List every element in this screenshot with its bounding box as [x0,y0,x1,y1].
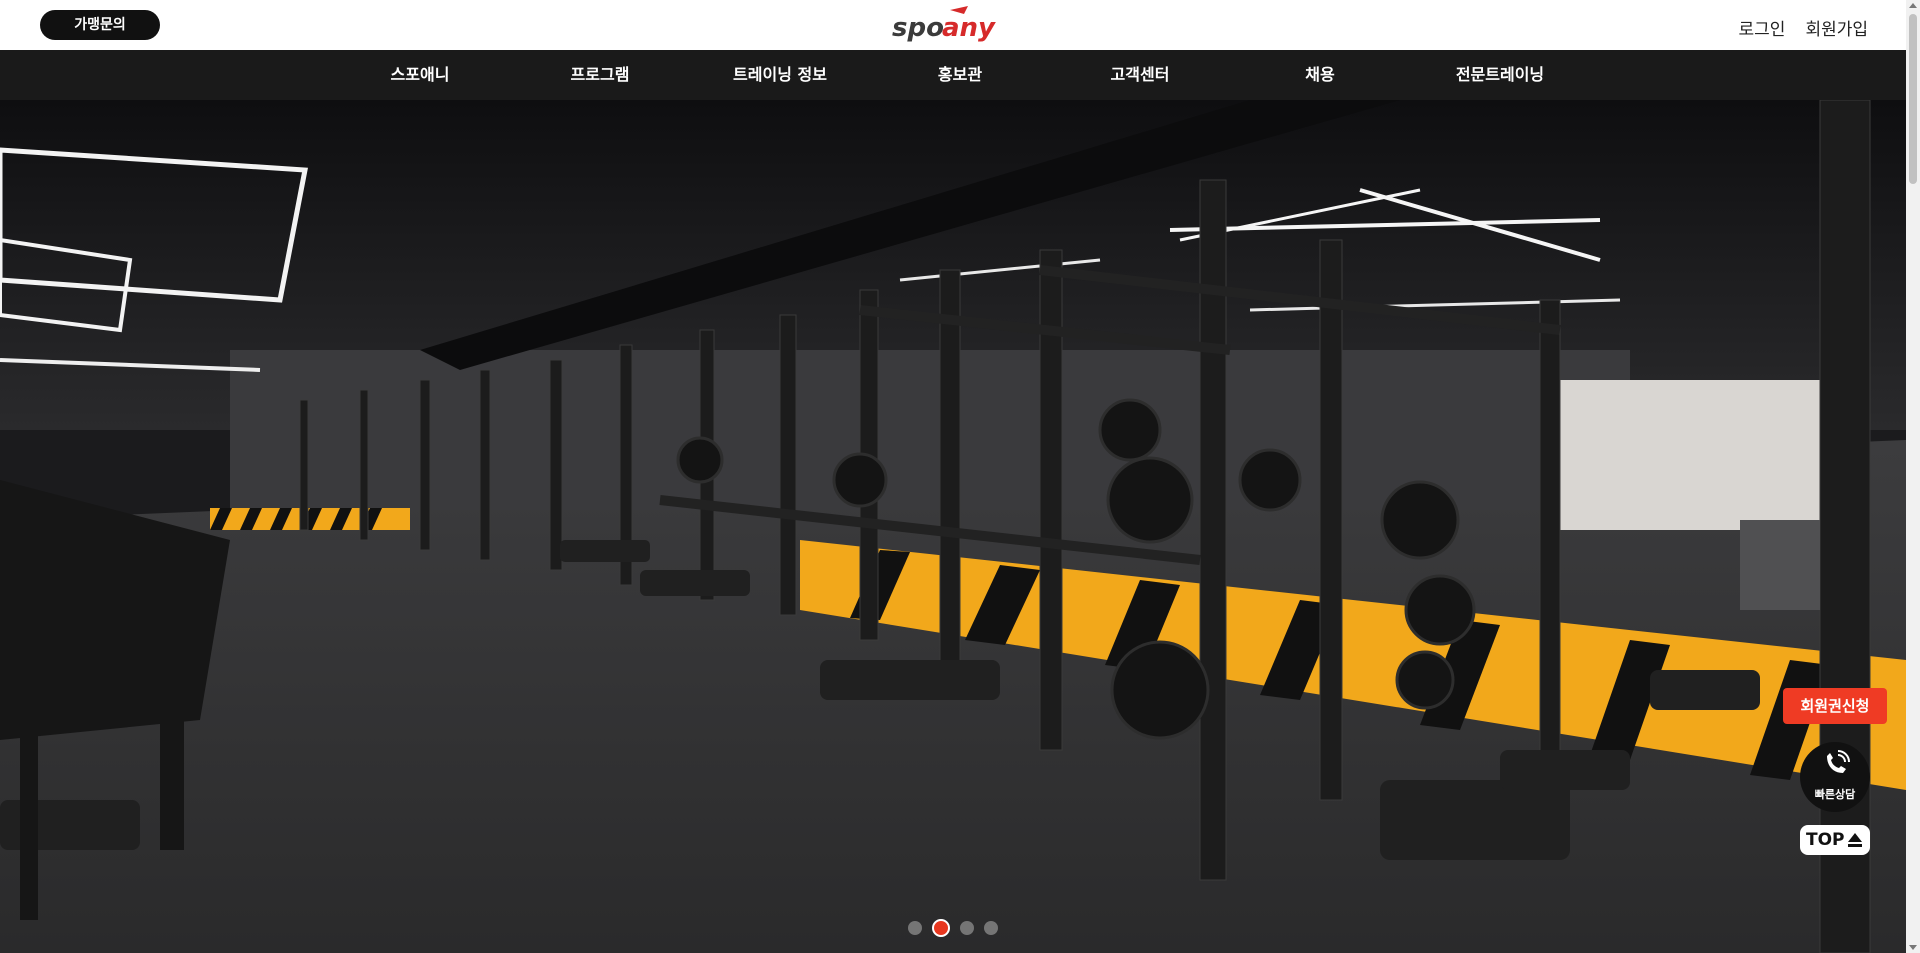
phone-icon [1827,750,1850,773]
top-header: 가맹문의 spo any 로그인 회원가입 [0,0,1920,50]
nav-item-program[interactable]: 프로그램 [530,50,670,100]
slide-dot-2-active[interactable] [932,919,950,937]
scroll-thumb[interactable] [1909,14,1917,184]
svg-text:spo: spo [892,13,944,43]
spoany-logo[interactable]: spo any [890,4,1000,46]
eject-up-icon [1848,833,1862,842]
nav-item-customer-center[interactable]: 고객센터 [1070,50,1210,100]
nav-item-recruit[interactable]: 채용 [1250,50,1390,100]
nav-item-spoany[interactable]: 스포애니 [350,50,490,100]
hero-slider[interactable] [0,100,1906,953]
franchise-inquiry-button[interactable]: 가맹문의 [40,10,160,40]
slide-dot-4[interactable] [984,921,998,935]
slide-dot-1[interactable] [908,921,922,935]
membership-apply-button[interactable]: 회원권신청 [1783,688,1887,724]
slide-pagination [908,919,998,937]
quick-consult-button[interactable]: 빠른상담 [1800,742,1870,812]
nav-item-training-info[interactable]: 트레이닝 정보 [710,50,850,100]
page-scrollbar[interactable] [1906,0,1920,953]
main-nav: 스포애니 프로그램 트레이닝 정보 홍보관 고객센터 채용 전문트레이닝 [0,50,1920,100]
gym-interior-image [0,100,1906,953]
quick-consult-label: 빠른상담 [1814,788,1856,801]
scroll-top-button[interactable]: TOP [1800,825,1870,855]
scroll-up-arrow-icon[interactable] [1909,3,1917,8]
svg-text:any: any [942,13,996,43]
signup-link[interactable]: 회원가입 [1805,15,1868,40]
scroll-down-arrow-icon[interactable] [1909,945,1917,950]
eject-bar-icon [1848,844,1862,847]
auth-links: 로그인 회원가입 [1739,15,1868,40]
nav-item-expert-training[interactable]: 전문트레이닝 [1430,50,1570,100]
slide-dot-3[interactable] [960,921,974,935]
scroll-top-label: TOP [1806,830,1845,850]
nav-item-promotion[interactable]: 홍보관 [890,50,1030,100]
login-link[interactable]: 로그인 [1739,15,1786,40]
